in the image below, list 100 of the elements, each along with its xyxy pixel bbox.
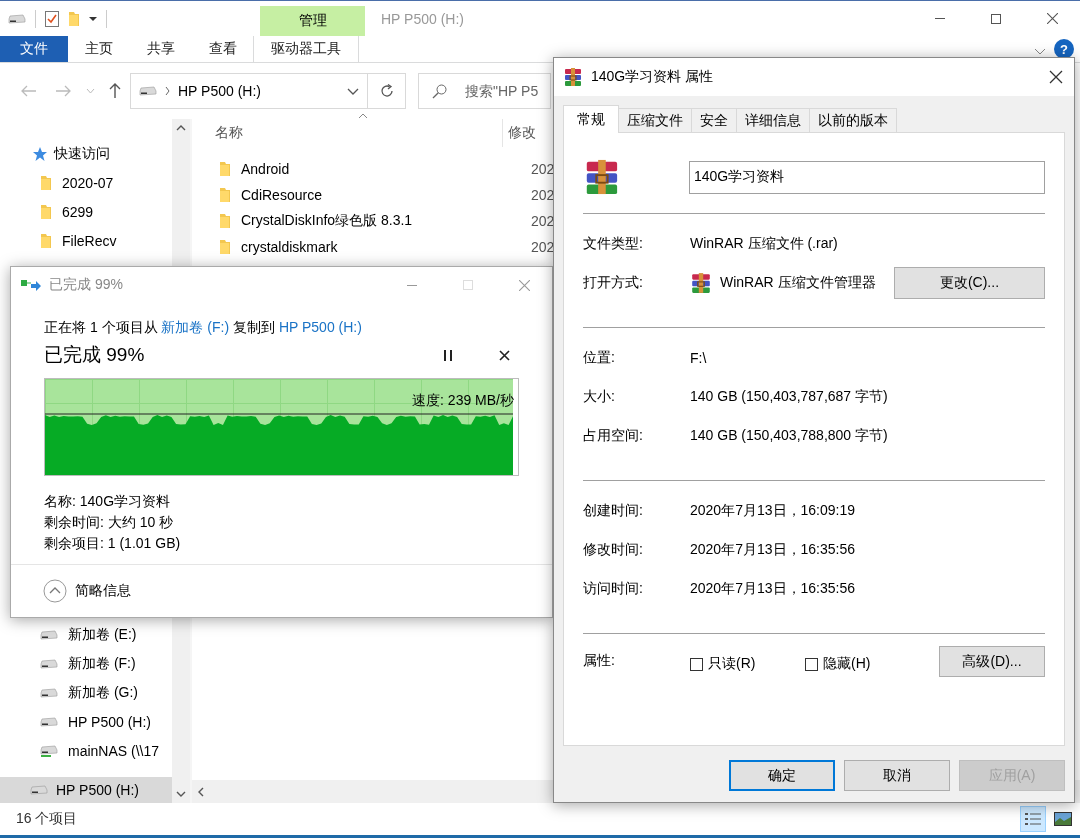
file-name[interactable]: Android [241, 161, 290, 177]
property-value: 140 GB (150,403,787,687 字节) [690, 387, 888, 406]
context-tab-header: 管理 [260, 6, 365, 36]
checkbox[interactable] [805, 657, 818, 671]
nav-item[interactable]: mainNAS (\\17 [68, 742, 160, 759]
network-drive-icon [40, 744, 58, 757]
scroll-left-icon[interactable] [198, 786, 204, 797]
progress-heading: 已完成 99% [44, 343, 146, 367]
checkbox[interactable] [690, 657, 703, 671]
property-value: 2020年7月13日，16:35:56 [690, 579, 855, 598]
folder-icon [219, 213, 231, 229]
ribbon-tab[interactable]: 查看 [192, 36, 254, 62]
fewer-details-link[interactable]: 简略信息 [75, 582, 131, 600]
nav-item[interactable]: 新加卷 (F:) [68, 654, 136, 673]
pause-icon[interactable] [444, 349, 452, 361]
window-title: 140G学习资料 属性 [591, 68, 715, 86]
property-value: WinRAR 压缩文件管理器 [720, 273, 876, 292]
file-date: 202 [531, 239, 555, 255]
search-field[interactable]: 搜索"HP P5 [418, 73, 551, 109]
nav-item[interactable]: 6299 [62, 203, 94, 220]
ribbon-tab[interactable]: 主页 [68, 36, 130, 62]
property-label: 文件类型: [583, 234, 644, 253]
search-icon [432, 84, 447, 99]
star-icon [32, 145, 48, 162]
column-header[interactable]: 名称 [192, 124, 502, 142]
folder-link[interactable]: 新加卷 (F:) [161, 319, 230, 335]
folder-icon [40, 174, 52, 191]
property-label: 属性: [583, 652, 616, 670]
nav-item[interactable]: FileRecv [62, 232, 117, 249]
file-name[interactable]: CdiResource [241, 187, 322, 203]
up-icon[interactable] [109, 83, 121, 99]
refresh-button[interactable] [368, 73, 406, 109]
checklist-icon[interactable] [45, 10, 59, 27]
dialog-button[interactable]: 取消 [844, 760, 950, 791]
refresh-icon [379, 84, 394, 98]
maximize-icon[interactable] [991, 13, 1001, 24]
drive-icon [40, 629, 58, 640]
property-label: 修改时间: [583, 540, 644, 559]
copy-message: 正在将 1 个项目从 新加卷 (F:) 复制到 HP P500 (H:) [44, 319, 363, 337]
sort-caret-icon [358, 113, 368, 119]
drive-icon [40, 687, 58, 698]
speed-label: 速度: 239 MB/秒 [412, 392, 514, 410]
folder-icon [219, 187, 231, 203]
picture-icon [1054, 812, 1072, 826]
address-bar[interactable]: HP P500 (H:) [130, 73, 368, 109]
help-button[interactable]: ? [1054, 39, 1074, 59]
detail-text: 剩余项目: 1 (1.01 GB) [44, 535, 181, 551]
chevron-icon[interactable] [1034, 48, 1046, 55]
tab[interactable]: 以前的版本 [809, 108, 897, 132]
nav-item[interactable]: 快速访问 [54, 144, 110, 163]
file-name[interactable]: CrystalDiskInfo绿色版 8.3.1 [241, 212, 413, 230]
checkbox-label[interactable]: 隐藏(H) [823, 655, 871, 673]
advanced-button[interactable]: 高级(D)... [939, 646, 1045, 677]
nav-item[interactable]: HP P500 (H:) [0, 777, 172, 803]
property-value: 2020年7月13日，16:09:19 [690, 501, 855, 520]
folder-link[interactable]: HP P500 (H:) [278, 319, 362, 335]
chevron-right-icon [165, 87, 170, 95]
detail-text: 名称: 140G学习资料 [44, 493, 171, 509]
file-date: 202 [531, 161, 555, 177]
property-label: 占用空间: [583, 426, 644, 445]
drive-icon [40, 658, 58, 669]
property-value: 140 GB (150,403,788,800 字节) [690, 426, 888, 445]
file-name[interactable]: crystaldiskmark [241, 239, 338, 255]
file-menu-tab[interactable]: 文件 [0, 36, 68, 62]
scroll-up-icon[interactable] [176, 125, 186, 131]
drive-icon [30, 785, 48, 795]
scroll-down-icon[interactable] [176, 791, 186, 797]
nav-item[interactable]: 2020-07 [62, 174, 114, 191]
chevron-down-icon[interactable] [347, 87, 359, 95]
nav-item[interactable]: HP P500 (H:) [68, 713, 151, 730]
details-view-button[interactable] [1020, 806, 1046, 832]
name-field[interactable]: 140G学习资料 [688, 160, 1045, 194]
property-value: WinRAR 压缩文件 (.rar) [690, 234, 838, 253]
folder-icon [68, 10, 80, 27]
window-title: 已完成 99% [49, 276, 124, 294]
archive-icon [563, 67, 583, 87]
change-button[interactable]: 更改(C)... [894, 266, 1045, 299]
tab[interactable]: 常规 [563, 105, 619, 133]
column-header[interactable]: 修改 [502, 119, 536, 147]
nav-item[interactable]: 新加卷 (E:) [68, 625, 137, 644]
close-icon[interactable] [1049, 70, 1063, 84]
minimize-icon[interactable] [407, 284, 417, 286]
caret-icon[interactable] [89, 15, 97, 22]
window-title: HP P500 (H:) [381, 10, 465, 27]
dialog-button[interactable]: 确定 [729, 760, 835, 791]
folder-icon [40, 203, 52, 220]
folder-icon [219, 239, 231, 255]
file-date: 202 [531, 187, 555, 203]
folder-icon [219, 161, 231, 177]
ribbon-tab[interactable]: 共享 [130, 36, 192, 62]
property-value: 2020年7月13日，16:35:56 [690, 540, 855, 559]
drive-icon [40, 716, 58, 727]
property-label: 访问时间: [583, 579, 644, 598]
cancel-icon[interactable] [498, 349, 510, 361]
close-icon[interactable] [1046, 13, 1058, 24]
property-label: 位置: [583, 348, 616, 367]
detail-text: 剩余时间: 大约 10 秒 [44, 514, 174, 530]
collapse-icon[interactable] [43, 579, 67, 603]
checkbox-label[interactable]: 只读(R) [708, 655, 756, 673]
nav-item[interactable]: 新加卷 (G:) [68, 683, 138, 702]
